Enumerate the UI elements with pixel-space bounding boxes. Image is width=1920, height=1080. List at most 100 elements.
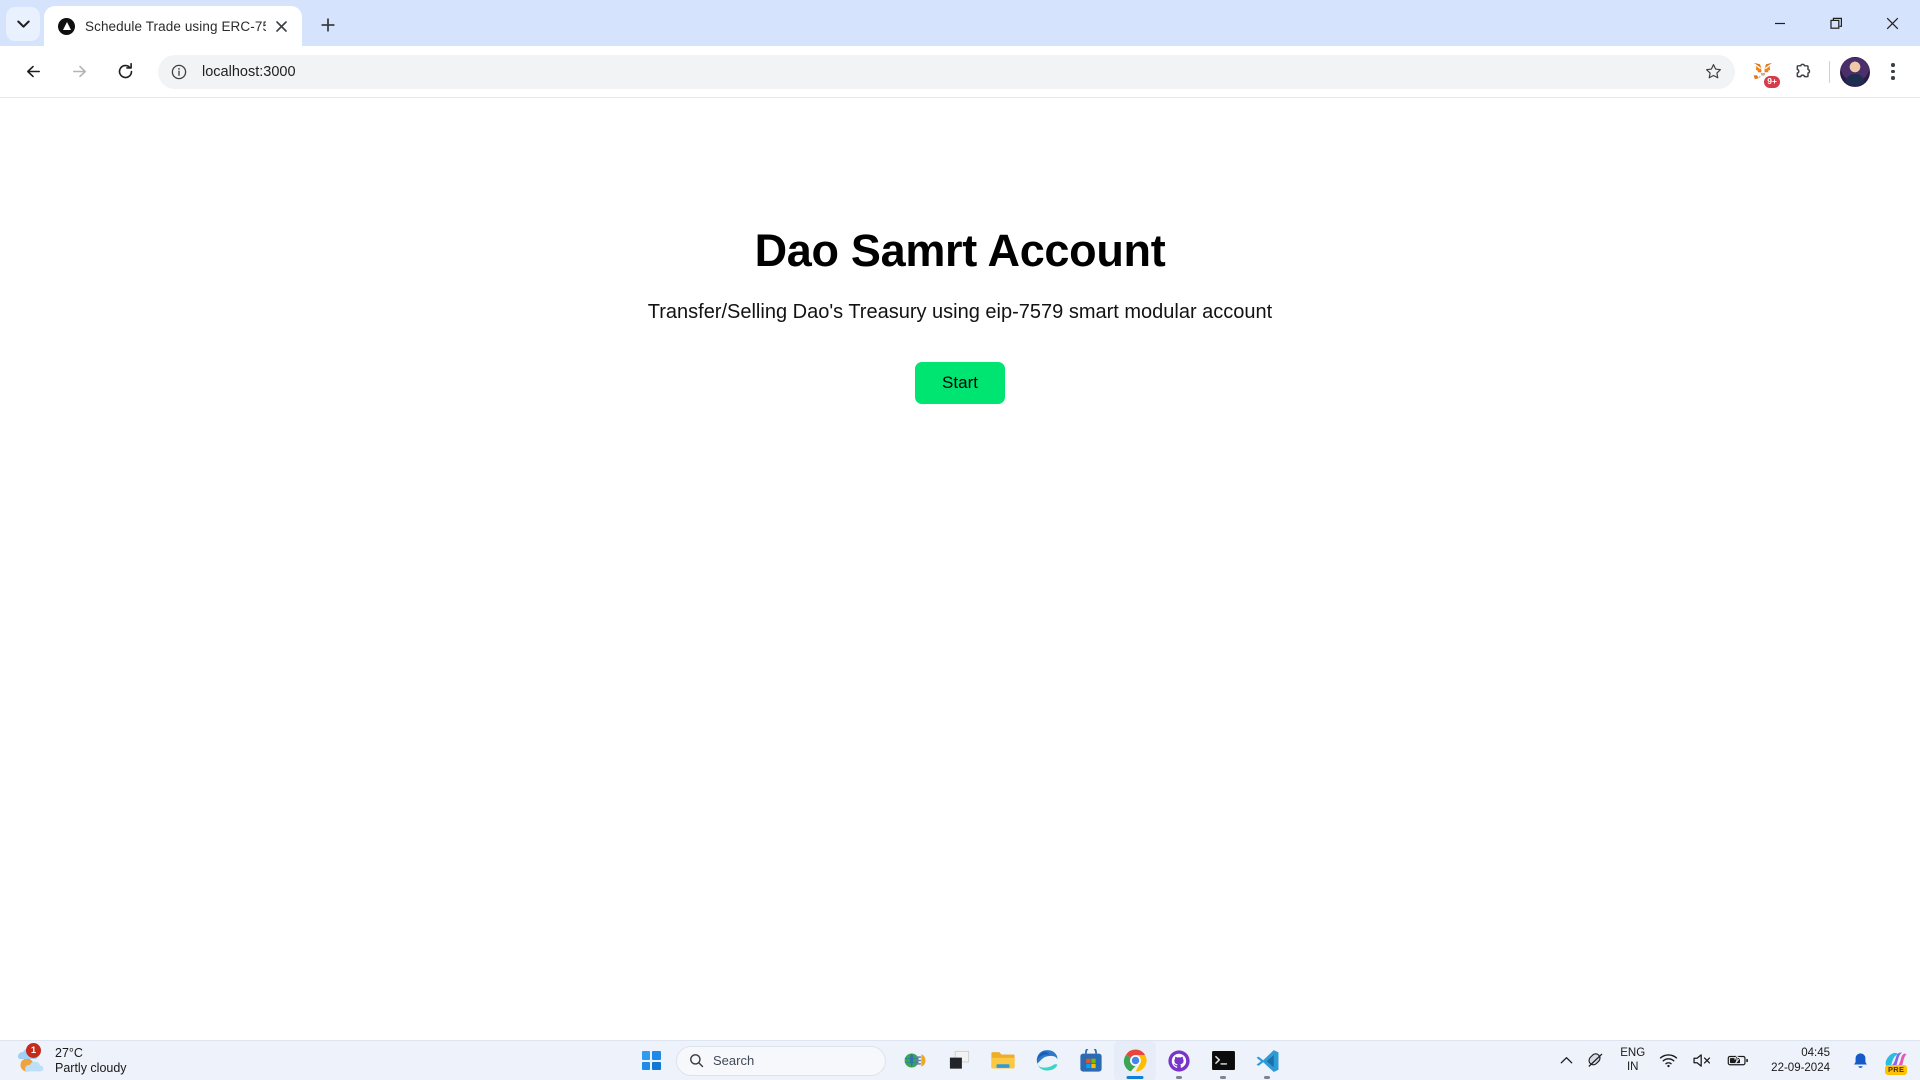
taskbar-app-visual-studio-code[interactable] <box>1246 1041 1288 1080</box>
close-icon <box>275 20 287 32</box>
wifi-icon <box>1660 1054 1678 1068</box>
tab-close-button[interactable] <box>270 15 292 37</box>
browser-toolbar: localhost:3000 9+ <box>0 46 1920 98</box>
three-dot-menu-icon <box>1891 63 1895 67</box>
clock-button[interactable]: 04:45 22-09-2024 <box>1756 1044 1845 1078</box>
page-title: Dao Samrt Account <box>754 225 1166 276</box>
tab-title: Schedule Trade using ERC-7579 <box>85 18 266 34</box>
tab-strip: Schedule Trade using ERC-7579 <box>0 0 1920 46</box>
tray-overflow-button[interactable] <box>1553 1044 1580 1078</box>
taskbar-app-terminal[interactable] <box>1202 1041 1244 1080</box>
system-tray: ENG IN 04:45 22-09-2024 PRE <box>1553 1041 1920 1080</box>
copilot-button[interactable]: PRE <box>1876 1044 1916 1078</box>
url-text: localhost:3000 <box>202 63 296 80</box>
star-icon <box>1705 64 1721 79</box>
weather-notification-badge: 1 <box>26 1042 41 1058</box>
search-icon <box>690 1054 704 1068</box>
taskbar-app-task-view[interactable] <box>938 1041 980 1080</box>
taskbar-center: Search <box>632 1040 1288 1080</box>
terminal-icon <box>1211 1050 1235 1071</box>
window-close-button[interactable] <box>1864 0 1920 46</box>
site-info-icon[interactable] <box>166 59 192 85</box>
window-controls <box>1752 0 1920 46</box>
start-button[interactable]: Start <box>915 361 1005 404</box>
cloud-sun-icon: 1 <box>14 1042 48 1076</box>
taskbar-app-file-explorer[interactable] <box>982 1041 1024 1080</box>
taskbar-search-input[interactable]: Search <box>676 1045 886 1076</box>
browser-window: Schedule Trade using ERC-7579 localhost:… <box>0 0 1920 1040</box>
address-bar[interactable]: localhost:3000 <box>158 54 1735 89</box>
reload-button[interactable] <box>108 55 142 89</box>
running-indicator <box>1126 1075 1144 1079</box>
tab-search-button[interactable] <box>6 7 40 41</box>
github-icon <box>1168 1049 1190 1072</box>
windows-taskbar: 1 27°C Partly cloudy Search ENG IN 04:45… <box>0 1040 1920 1080</box>
restore-icon <box>1829 17 1842 29</box>
taskbar-app-microsoft-store[interactable] <box>1070 1041 1112 1080</box>
metamask-extension-button[interactable]: 9+ <box>1746 55 1781 89</box>
vscode-icon <box>1256 1050 1278 1073</box>
taskbar-app-google-chrome[interactable] <box>1114 1040 1156 1080</box>
forward-button[interactable] <box>62 55 96 89</box>
globe-transfer-icon <box>904 1053 926 1068</box>
triangle-logo-favicon <box>58 17 75 35</box>
windows-logo-icon <box>641 1051 661 1070</box>
metamask-badge: 9+ <box>1763 75 1781 89</box>
tray-date: 22-09-2024 <box>1771 1061 1830 1074</box>
back-button[interactable] <box>16 55 50 89</box>
weather-temperature: 27°C <box>55 1046 83 1061</box>
edge-icon <box>1036 1050 1057 1071</box>
battery-button[interactable] <box>1720 1044 1756 1078</box>
battery-charging-icon <box>1727 1053 1749 1066</box>
copilot-icon: PRE <box>1883 1048 1909 1075</box>
language-indicator[interactable]: ENG IN <box>1613 1044 1652 1078</box>
pen-disabled-icon <box>1588 1053 1603 1067</box>
info-circle-icon <box>171 64 187 79</box>
close-icon <box>1886 17 1898 29</box>
new-tab-button[interactable] <box>312 9 344 41</box>
folder-icon <box>991 1052 1015 1069</box>
tray-pen-button[interactable] <box>1580 1044 1613 1078</box>
copilot-badge: PRE <box>1885 1065 1908 1075</box>
extensions-button[interactable] <box>1786 55 1820 89</box>
weather-text: 27°C Partly cloudy <box>55 1046 127 1075</box>
microsoft-store-icon <box>1080 1048 1102 1072</box>
task-view-icon <box>949 1050 969 1069</box>
volume-button[interactable] <box>1685 1044 1720 1078</box>
running-indicator <box>1264 1075 1270 1079</box>
speaker-muted-icon <box>1693 1054 1711 1067</box>
page-content: Dao Samrt Account Transfer/Selling Dao's… <box>0 98 1920 404</box>
taskbar-app-microsoft-edge[interactable] <box>1026 1041 1068 1080</box>
language-line1: ENG <box>1620 1047 1646 1060</box>
language-line2: IN <box>1626 1060 1639 1073</box>
wifi-button[interactable] <box>1652 1044 1685 1078</box>
running-indicator <box>1176 1075 1182 1079</box>
chevron-up-icon <box>1560 1057 1573 1064</box>
minimize-icon <box>1775 22 1785 25</box>
weather-condition: Partly cloudy <box>55 1060 127 1075</box>
page-subtitle: Transfer/Selling Dao's Treasury using ei… <box>647 300 1273 323</box>
plus-icon <box>321 18 335 32</box>
browser-tab[interactable]: Schedule Trade using ERC-7579 <box>44 6 302 46</box>
toolbar-divider <box>1829 60 1830 83</box>
search-placeholder: Search <box>713 1053 755 1068</box>
reload-icon <box>118 62 132 79</box>
profile-avatar[interactable] <box>1840 56 1870 87</box>
chevron-down-icon <box>16 20 30 28</box>
taskbar-app-github-desktop[interactable] <box>1158 1041 1200 1080</box>
puzzle-piece-icon <box>1796 63 1811 77</box>
back-arrow-icon <box>26 65 40 78</box>
notifications-button[interactable] <box>1845 1044 1876 1078</box>
running-indicator <box>1220 1075 1226 1079</box>
chrome-menu-button[interactable] <box>1876 55 1910 89</box>
weather-widget[interactable]: 1 27°C Partly cloudy <box>0 1041 137 1080</box>
taskbar-app-globe-transfer[interactable] <box>894 1041 936 1080</box>
page-viewport: Dao Samrt Account Transfer/Selling Dao's… <box>0 98 1920 1040</box>
start-button[interactable] <box>632 1042 670 1080</box>
chrome-icon <box>1123 1049 1147 1072</box>
restore-button[interactable] <box>1808 0 1864 46</box>
bookmark-button[interactable] <box>1699 58 1727 86</box>
minimize-button[interactable] <box>1752 0 1808 46</box>
bell-icon <box>1854 1052 1867 1068</box>
forward-arrow-icon <box>72 65 86 78</box>
